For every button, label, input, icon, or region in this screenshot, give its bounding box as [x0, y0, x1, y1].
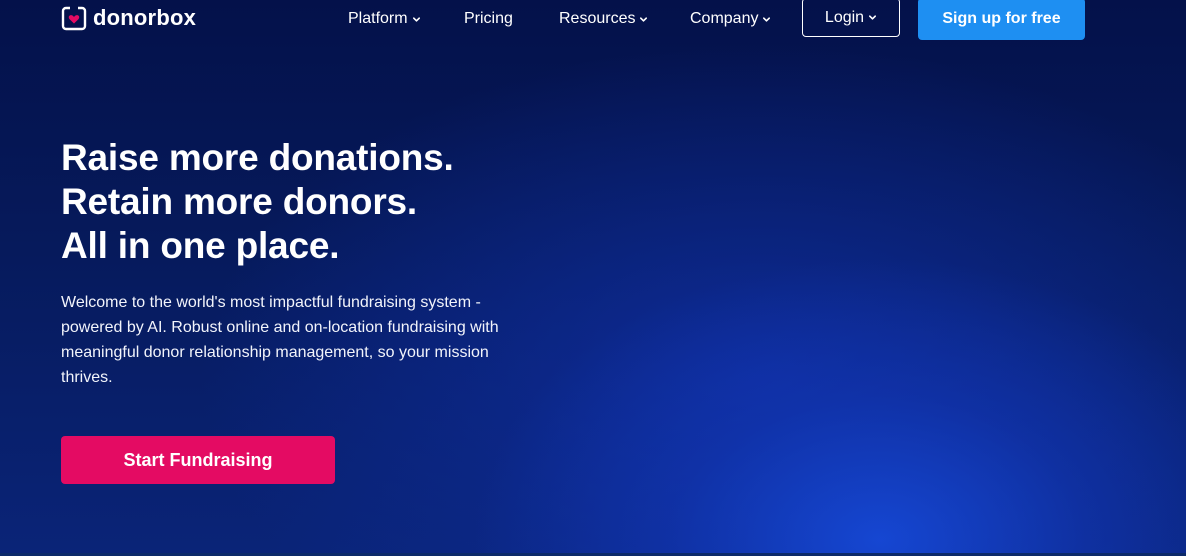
chevron-down-icon: [763, 16, 771, 22]
login-label: Login: [824, 8, 865, 26]
chevron-down-icon: [412, 16, 420, 22]
hero-description: Welcome to the world's most impactful fu…: [61, 294, 499, 386]
nav-item-label: Pricing: [464, 10, 513, 27]
heart-box-icon: [61, 6, 87, 31]
hero-title: Raise more donations. Retain more donors…: [61, 136, 581, 268]
hero-title-line: Raise more donations.: [61, 137, 454, 178]
brand-name: donorbox: [93, 5, 197, 30]
nav-item-pricing[interactable]: Pricing: [464, 9, 513, 29]
nav-item-label: Company: [690, 10, 759, 27]
nav-item-company[interactable]: Company: [690, 9, 771, 29]
signup-button[interactable]: Sign up for free: [918, 0, 1085, 40]
nav-item-label: Resources: [559, 10, 636, 27]
start-fundraising-button[interactable]: Start Fundraising: [61, 436, 335, 484]
chevron-down-icon: [640, 16, 648, 22]
donorbox-logo[interactable]: donorbox: [61, 3, 196, 33]
login-button[interactable]: Login: [802, 0, 900, 37]
hero-title-line: All in one place.: [61, 225, 340, 266]
nav-item-label: Platform: [348, 10, 408, 27]
chevron-down-icon: [869, 15, 877, 20]
nav-item-resources[interactable]: Resources: [559, 9, 648, 29]
hero-title-line: Retain more donors.: [61, 181, 417, 222]
hero-section: Raise more donations. Retain more donors…: [61, 136, 581, 390]
site-header: donorbox Platform Pricing Resources Comp…: [0, 0, 1186, 40]
nav-item-platform[interactable]: Platform: [348, 9, 421, 29]
